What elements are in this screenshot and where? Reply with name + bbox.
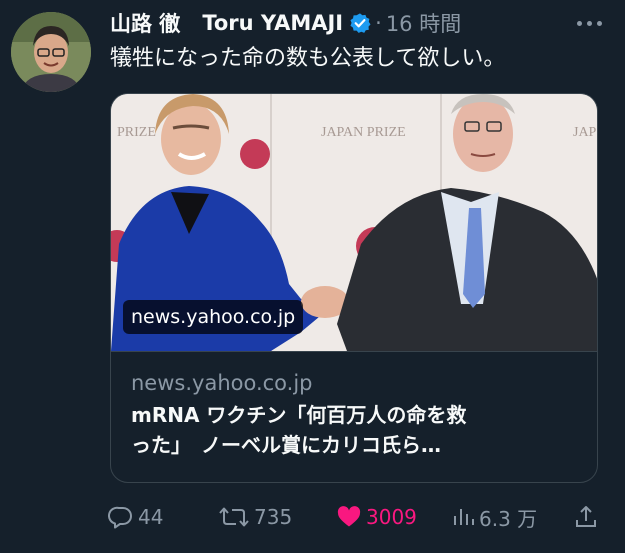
screen-name[interactable]: Toru YAMAJI bbox=[202, 11, 343, 35]
reply-button[interactable]: 44 bbox=[108, 502, 163, 532]
card-image[interactable]: PRIZE JAPAN PRIZE JAP news.yahoo.co.jp bbox=[111, 94, 597, 351]
tweet-text: 犠牲になった命の数も公表して欲しい。 bbox=[110, 46, 506, 71]
image-domain-overlay: news.yahoo.co.jp bbox=[123, 300, 304, 334]
retweet-count: 735 bbox=[254, 505, 293, 529]
views-icon bbox=[451, 505, 479, 529]
like-count: 3009 bbox=[366, 505, 417, 529]
header-separator: · bbox=[375, 11, 382, 35]
tweet-timestamp[interactable]: 16 時間 bbox=[386, 8, 461, 38]
verified-badge-icon bbox=[349, 12, 371, 34]
retweet-icon bbox=[218, 505, 254, 529]
backdrop-text-center: JAPAN PRIZE bbox=[321, 125, 406, 140]
card-title-line1: mRNA ワクチン「何百万人の命を救 bbox=[131, 403, 467, 427]
share-button[interactable] bbox=[574, 502, 602, 532]
views-count: 6.3 万 bbox=[479, 506, 538, 531]
retweet-button[interactable]: 735 bbox=[218, 502, 292, 532]
action-bar: 44 735 3009 6.3 万 bbox=[108, 502, 603, 532]
display-name[interactable]: 山路 徹 bbox=[110, 8, 180, 38]
card-title-line2: った」 ノーベル賞にカリコ氏ら… bbox=[131, 433, 441, 457]
like-button[interactable]: 3009 bbox=[336, 502, 417, 532]
more-icon[interactable] bbox=[573, 12, 605, 34]
card-domain: news.yahoo.co.jp bbox=[131, 371, 313, 395]
views-button[interactable]: 6.3 万 bbox=[451, 502, 537, 532]
heart-icon bbox=[336, 505, 366, 529]
avatar[interactable] bbox=[11, 12, 91, 92]
card-body[interactable]: news.yahoo.co.jp mRNA ワクチン「何百万人の命を救 った」 … bbox=[111, 351, 597, 482]
link-card[interactable]: PRIZE JAPAN PRIZE JAP news.yahoo.co.jp n… bbox=[110, 93, 598, 483]
reply-icon bbox=[108, 505, 138, 529]
backdrop-text-right: JAP bbox=[573, 125, 597, 140]
tweet-header: 山路 徹 Toru YAMAJI · 16 時間 bbox=[110, 8, 461, 38]
backdrop-text-left: PRIZE bbox=[117, 125, 156, 140]
reply-count: 44 bbox=[138, 505, 164, 529]
share-icon bbox=[574, 504, 602, 530]
